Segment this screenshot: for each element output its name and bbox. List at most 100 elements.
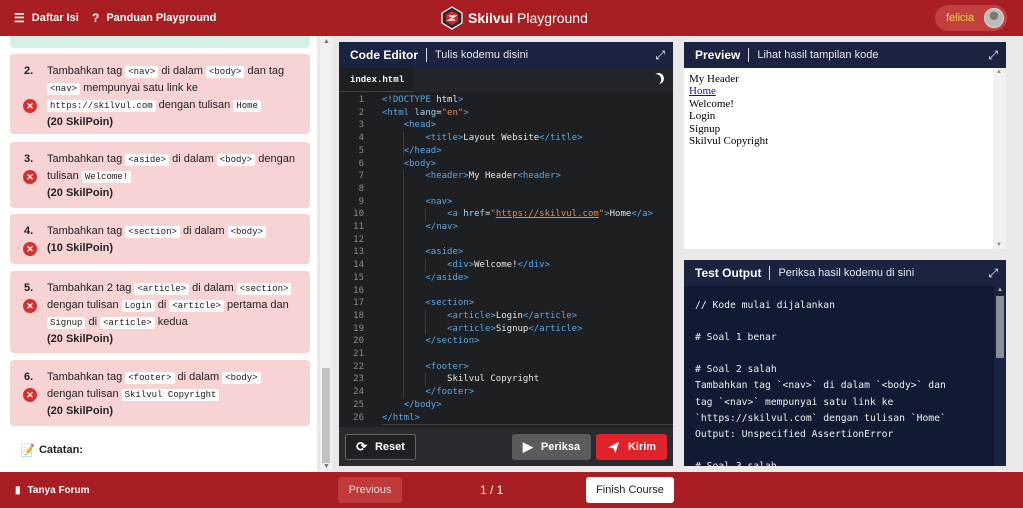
toc-label: Daftar Isi: [31, 12, 79, 24]
line-number: 13: [353, 247, 364, 258]
line-number: 26: [353, 412, 364, 423]
expand-icon[interactable]: ⤢: [988, 48, 998, 63]
preview-link[interactable]: Home: [689, 85, 768, 97]
task-text: mempunyai satu link ke: [80, 82, 199, 94]
code-area[interactable]: 1 <!DOCTYPE html> 2 <html lang="en"> 3 <head…: [339, 94, 673, 436]
check-button[interactable]: ▶ Periksa: [512, 434, 591, 460]
line-number: 11: [353, 222, 364, 232]
line-number: 8: [358, 183, 364, 194]
refresh-icon: ⟳: [356, 439, 367, 454]
scroll-up-arrow[interactable]: ▲: [997, 287, 1003, 293]
code-text: </head>: [403, 145, 442, 156]
code-text: <div>Welcome!</div>: [447, 260, 551, 271]
task-number: 3.: [24, 153, 34, 165]
finish-course-button[interactable]: Finish Course: [586, 477, 674, 503]
scroll-down-arrow[interactable]: ▼: [996, 242, 1002, 248]
task-text: di dalam: [174, 371, 223, 383]
code-text: <article>Signup</article>: [447, 323, 583, 334]
line-number: 6: [358, 158, 364, 169]
previous-button[interactable]: Previous: [338, 477, 402, 503]
task-number: 5.: [24, 282, 34, 294]
line-number: 9: [358, 196, 364, 207]
task-points: (10 SkilPoin): [47, 242, 114, 254]
guide-button[interactable]: ? Panduan Playground: [92, 0, 216, 36]
preview-scrollbar[interactable]: ▲ ▼: [993, 68, 1006, 249]
code-text: </section>: [425, 336, 480, 347]
question-icon: ?: [92, 11, 100, 25]
preview-line: Skilvul Copyright: [689, 135, 769, 148]
output-scrollbar[interactable]: ▲: [994, 286, 1006, 466]
moon-icon[interactable]: [651, 71, 665, 85]
preview-line: Login: [689, 110, 716, 123]
file-tab-bar: index.html: [339, 68, 673, 92]
scroll-up-arrow[interactable]: ▲: [996, 69, 1002, 75]
inline-code: <footer>: [125, 372, 175, 384]
sidebar-scrollbar[interactable]: ▲ ▼: [320, 36, 332, 472]
inline-code: Signup: [47, 317, 86, 329]
expand-icon[interactable]: ⤢: [988, 266, 998, 281]
editor-footer: ⟳ Reset ▶ Periksa Kirim: [339, 427, 673, 466]
task-text: Tambahkan tag: [47, 153, 126, 165]
task-number: 4.: [24, 225, 34, 237]
task-text: Tambahkan tag: [47, 65, 126, 77]
notes-card: 📝 Catatan:: [10, 433, 310, 472]
code-line: 12: [339, 234, 673, 247]
line-number: 12: [353, 234, 364, 245]
user-name: felicia: [946, 12, 975, 24]
scrollbar-thumb[interactable]: [322, 368, 330, 463]
line-number: 17: [353, 298, 364, 309]
brand-name: Skilvul Playground: [468, 10, 588, 26]
line-number: 10: [353, 209, 364, 220]
code-line: 20 </section>: [339, 335, 673, 348]
reset-button[interactable]: ⟳ Reset: [345, 434, 416, 460]
brand-logo[interactable]: Skilvul Playground: [440, 4, 588, 32]
inline-code: <body>: [206, 66, 245, 78]
code-text: </aside>: [425, 272, 469, 283]
code-line: 9 <nav>: [339, 196, 673, 209]
task-text: di: [85, 316, 101, 328]
page-indicator: 1 / 1: [480, 483, 504, 497]
code-line: 6 <body>: [339, 158, 673, 171]
task-text: di dalam: [158, 65, 206, 77]
code-line: 2 <html lang="en">: [339, 107, 673, 120]
expand-icon[interactable]: ⤢: [655, 48, 665, 63]
code-line: 26 </html>: [339, 412, 673, 425]
scroll-down-arrow[interactable]: ▼: [323, 463, 330, 470]
code-line: 3 <head>: [339, 119, 673, 132]
code-line: 4 <title>Layout Website</title>: [339, 132, 673, 145]
toc-button[interactable]: ☰ Daftar Isi: [14, 0, 79, 36]
task-text: di dalam: [189, 282, 237, 294]
code-text: Skilvul Copyright: [382, 374, 540, 385]
preview-header: Preview Lihat hasil tampilan kode ⤢: [684, 42, 1006, 68]
task-description: Tambahkan tag <aside> di dalam <body> de…: [47, 151, 297, 201]
indent-guide: [425, 373, 426, 387]
top-bar: ☰ Daftar Isi ? Panduan Playground Skilvu…: [0, 0, 1023, 36]
code-line: 10 <a href="https://skilvul.com">Home</a…: [339, 208, 673, 221]
line-number: 18: [353, 310, 364, 321]
code-text: <title>Layout Website</title>: [425, 133, 583, 144]
submit-button[interactable]: Kirim: [596, 434, 667, 460]
code-line: 13 <aside>: [339, 246, 673, 259]
user-menu[interactable]: felicia: [935, 5, 1007, 31]
code-text: </nav>: [425, 222, 458, 232]
failed-x-icon: ✕: [23, 388, 37, 402]
skilvul-logo-icon: [441, 6, 463, 30]
code-line: 16: [339, 285, 673, 298]
indent-guide: [425, 309, 426, 336]
forum-button[interactable]: ▮ Tanya Forum: [15, 472, 90, 508]
tab-index-html[interactable]: index.html: [339, 68, 413, 92]
code-line: 7 <header>My Header<header>: [339, 170, 673, 183]
task-text: di dalam: [169, 153, 217, 165]
line-number: 22: [353, 361, 364, 372]
code-text: <footer>: [425, 361, 469, 372]
line-number: 7: [358, 171, 364, 182]
line-number: 15: [353, 272, 364, 283]
code-editor-panel: Code Editor Tulis kodemu disini ⤢ index.…: [339, 42, 673, 466]
scroll-up-arrow[interactable]: ▲: [323, 38, 330, 45]
scrollbar-thumb[interactable]: [996, 296, 1004, 358]
code-line: 14 <div>Welcome!</div>: [339, 259, 673, 272]
avatar: [984, 8, 1004, 28]
test-output-panel: Test Output Periksa hasil kodemu di sini…: [684, 260, 1006, 472]
preview-panel: Preview Lihat hasil tampilan kode ⤢ My H…: [684, 42, 1006, 249]
line-number: 20: [353, 336, 364, 347]
